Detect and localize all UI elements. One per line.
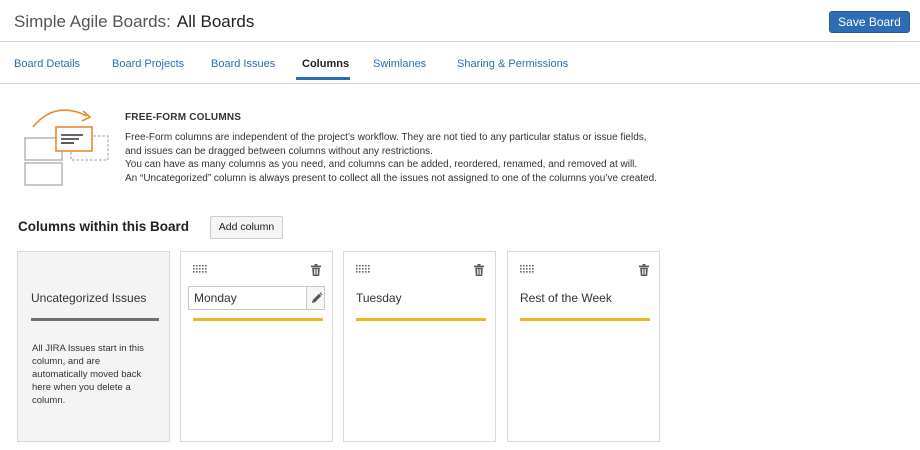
columns-illustration-icon [24, 109, 109, 186]
tab-board-details[interactable]: Board Details [14, 58, 80, 70]
intro-line: You can have as many columns as you need… [125, 159, 638, 170]
add-column-button[interactable]: Add column [210, 216, 283, 239]
column-card-tuesday: Tuesday [343, 251, 496, 442]
intro-line: Free-Form columns are independent of the… [125, 132, 647, 143]
column-bar [193, 318, 323, 321]
drag-handle-icon[interactable] [356, 265, 370, 273]
column-name[interactable]: Rest of the Week [520, 291, 612, 305]
tab-board-projects[interactable]: Board Projects [112, 58, 184, 70]
columns-section-title: Columns within this Board [18, 219, 189, 234]
column-name[interactable]: Tuesday [356, 291, 402, 305]
column-bar [520, 318, 650, 321]
column-card-rest-of-the-week: Rest of the Week [507, 251, 660, 442]
save-board-button[interactable]: Save Board [829, 11, 910, 33]
uncategorized-column-card: Uncategorized Issues All JIRA Issues sta… [17, 251, 170, 442]
page-title: Simple Agile Boards: All Boards [14, 12, 254, 32]
tab-swimlanes[interactable]: Swimlanes [373, 58, 426, 70]
active-tab-indicator [296, 77, 350, 80]
trash-icon[interactable] [311, 264, 321, 276]
app-title: Simple Agile Boards: [14, 12, 171, 31]
drag-handle-icon[interactable] [193, 265, 207, 273]
uncategorized-column-description: All JIRA Issues start in this column, an… [32, 343, 144, 406]
page-header: Simple Agile Boards: All Boards Save Boar… [0, 0, 920, 42]
trash-icon[interactable] [639, 264, 649, 276]
intro-line: An “Uncategorized” column is always pres… [125, 172, 657, 184]
pencil-icon[interactable] [306, 287, 324, 309]
column-name-input[interactable] [189, 287, 305, 309]
trash-icon[interactable] [474, 264, 484, 276]
column-bar [356, 318, 486, 321]
intro-line: and issues can be dragged between column… [125, 145, 433, 157]
column-name-editor [188, 286, 325, 310]
uncategorized-column-bar [31, 318, 159, 321]
uncategorized-column-title: Uncategorized Issues [31, 291, 147, 305]
column-card-monday [180, 251, 333, 442]
intro-heading: FREE-FORM COLUMNS [125, 112, 242, 123]
tab-board-issues[interactable]: Board Issues [211, 58, 275, 70]
intro-description: Free-Form columns are independent of the… [125, 131, 657, 185]
tab-bar: Board Details Board Projects Board Issue… [0, 43, 920, 84]
drag-handle-icon[interactable] [520, 265, 534, 273]
tab-sharing-permissions[interactable]: Sharing & Permissions [457, 58, 568, 70]
board-title: All Boards [176, 12, 255, 31]
tab-columns[interactable]: Columns [302, 58, 349, 70]
